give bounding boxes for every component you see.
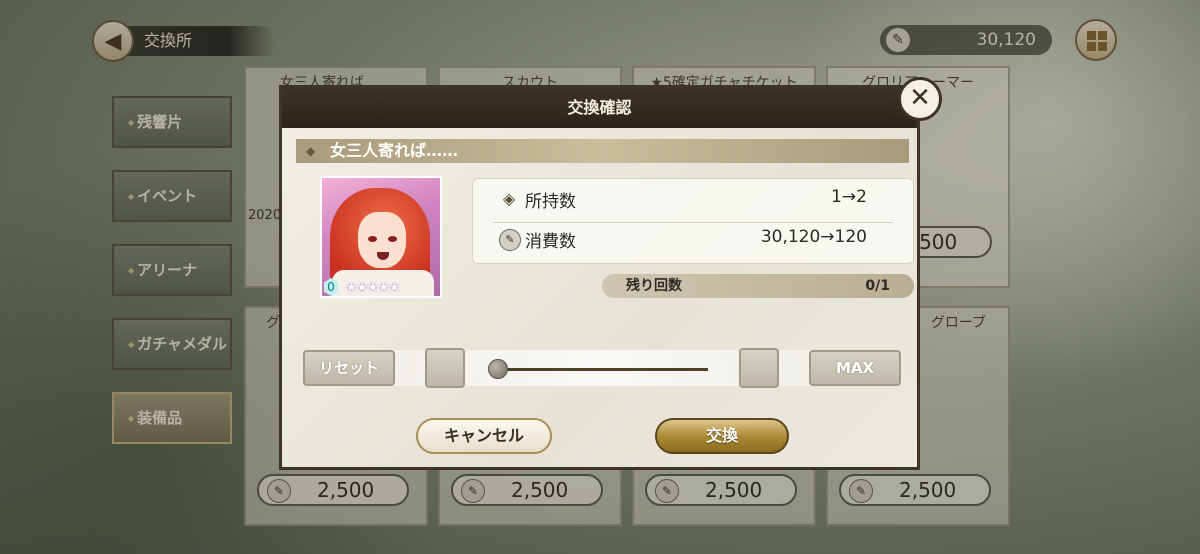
- exchange-confirm-dialog: 交換確認 女三人寄れば…… 0 ★★★★★ ◈ 所持数 1→2 ✎ 消費数 30…: [279, 85, 920, 470]
- rarity-stars: ★★★★★: [346, 280, 400, 294]
- cost-label: 消費数: [525, 232, 576, 252]
- item-portrait: 0 ★★★★★: [320, 176, 442, 298]
- remaining-count: 残り回数 0/1: [602, 274, 914, 298]
- close-icon: ✕: [909, 83, 931, 113]
- cost-row: ✎ 消費数 30,120→120: [473, 219, 913, 259]
- diamond-icon: ◈: [502, 189, 516, 208]
- increment-button[interactable]: [739, 348, 779, 388]
- reset-button[interactable]: リセット: [303, 350, 395, 386]
- cost-value: 30,120→120: [760, 227, 867, 247]
- remaining-value: 0/1: [865, 278, 890, 294]
- max-button[interactable]: MAX: [809, 350, 901, 386]
- quantity-slider-handle[interactable]: [488, 359, 508, 379]
- close-button[interactable]: ✕: [898, 77, 942, 121]
- cancel-button[interactable]: キャンセル: [416, 418, 552, 454]
- item-name-banner: 女三人寄れば……: [296, 139, 909, 163]
- exchange-button[interactable]: 交換: [655, 418, 789, 454]
- owned-label: 所持数: [525, 192, 576, 212]
- owned-value: 1→2: [831, 187, 867, 207]
- owned-row: ◈ 所持数 1→2: [473, 179, 913, 219]
- wrench-coin-icon: ✎: [499, 229, 521, 251]
- dialog-title: 交換確認: [282, 88, 917, 128]
- decrement-button[interactable]: [425, 348, 465, 388]
- quantity-slider-track[interactable]: [497, 368, 708, 371]
- remaining-label: 残り回数: [626, 278, 682, 294]
- stat-box: ◈ 所持数 1→2 ✎ 消費数 30,120→120: [472, 178, 914, 264]
